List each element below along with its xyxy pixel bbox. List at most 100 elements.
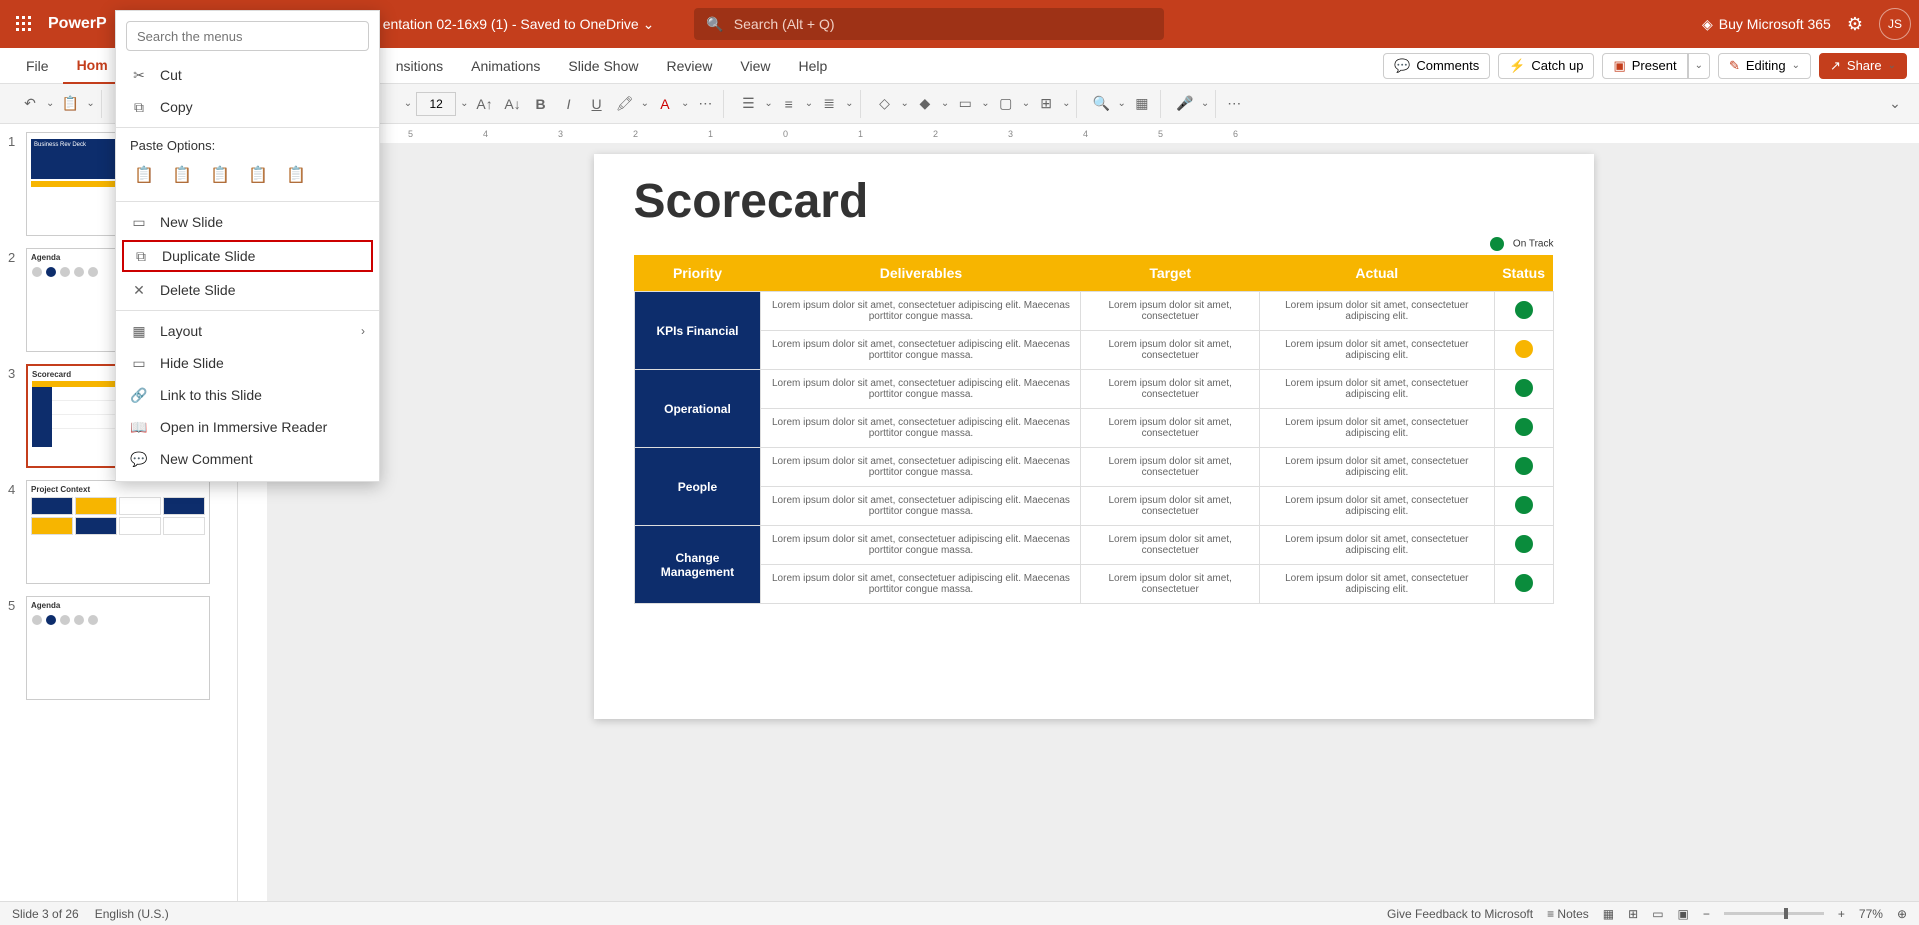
zoom-level[interactable]: 77%: [1859, 907, 1883, 921]
tab-view[interactable]: View: [726, 48, 784, 84]
app-launcher-icon[interactable]: [8, 8, 40, 40]
feedback-link[interactable]: Give Feedback to Microsoft: [1387, 907, 1533, 921]
buy-microsoft-button[interactable]: ◈ Buy Microsoft 365: [1702, 16, 1831, 33]
scorecard-table[interactable]: PriorityDeliverablesTargetActualStatus K…: [634, 255, 1554, 604]
align-button[interactable]: ≣: [817, 92, 841, 116]
slide-thumbnail[interactable]: 4Project Context: [8, 480, 229, 584]
shape-outline-button[interactable]: ◆: [913, 92, 937, 116]
table-row[interactable]: Lorem ipsum dolor sit amet, consectetuer…: [634, 487, 1553, 526]
document-title[interactable]: entation 02-16x9 (1) - Saved to OneDrive…: [383, 16, 655, 33]
paste-text-only-icon[interactable]: 📋: [206, 161, 234, 189]
ctx-new-slide[interactable]: ▭New Slide: [116, 206, 379, 238]
view-sorter-icon[interactable]: ⊞: [1628, 907, 1638, 921]
paste-special-icon[interactable]: 📋: [282, 161, 310, 189]
shape-fill-button[interactable]: ◇: [873, 92, 897, 116]
collapse-ribbon-button[interactable]: ⌄: [1883, 92, 1907, 116]
chevron-down-icon[interactable]: ⌄: [1117, 98, 1125, 109]
tab-animations[interactable]: Animations: [457, 48, 554, 84]
font-color-button[interactable]: A: [653, 92, 677, 116]
editing-button[interactable]: ✎Editing⌄: [1718, 53, 1811, 79]
settings-icon[interactable]: ⚙: [1847, 14, 1863, 35]
table-row[interactable]: Lorem ipsum dolor sit amet, consectetuer…: [634, 409, 1553, 448]
chevron-down-icon[interactable]: ⌄: [845, 98, 853, 109]
slide-thumbnail[interactable]: 5Agenda: [8, 596, 229, 700]
tab-help[interactable]: Help: [784, 48, 841, 84]
ctx-hide-slide[interactable]: ▭Hide Slide: [116, 347, 379, 379]
zoom-in-button[interactable]: +: [1838, 907, 1845, 921]
zoom-out-button[interactable]: −: [1703, 907, 1710, 921]
more-tools-button[interactable]: ⋯: [1222, 92, 1246, 116]
chevron-down-icon[interactable]: ⌄: [681, 98, 689, 109]
ctx-immersive[interactable]: 📖Open in Immersive Reader: [116, 411, 379, 443]
language-indicator[interactable]: English (U.S.): [95, 907, 169, 921]
paste-keep-source-icon[interactable]: 📋: [130, 161, 158, 189]
arrange-button[interactable]: ▢: [994, 92, 1018, 116]
numbering-button[interactable]: ≡: [777, 92, 801, 116]
underline-button[interactable]: U: [585, 92, 609, 116]
table-row[interactable]: PeopleLorem ipsum dolor sit amet, consec…: [634, 448, 1553, 487]
bullets-button[interactable]: ☰: [736, 92, 760, 116]
table-row[interactable]: Change ManagementLorem ipsum dolor sit a…: [634, 526, 1553, 565]
present-button[interactable]: ▣Present: [1602, 53, 1687, 79]
chevron-down-icon[interactable]: ⌄: [641, 98, 649, 109]
view-slideshow-icon[interactable]: ▣: [1678, 907, 1689, 921]
context-search-input[interactable]: [126, 21, 369, 51]
slide-counter[interactable]: Slide 3 of 26: [12, 907, 79, 921]
chevron-down-icon[interactable]: ⌄: [1201, 98, 1209, 109]
ctx-new-comment[interactable]: 💬New Comment: [116, 443, 379, 475]
chevron-down-icon[interactable]: ⌄: [1062, 98, 1070, 109]
more-font-button[interactable]: ⋯: [693, 92, 717, 116]
ctx-copy[interactable]: ⧉Copy: [116, 91, 379, 123]
canvas-wrap[interactable]: Scorecard On Track PriorityDeliverablesT…: [268, 144, 1919, 901]
notes-button[interactable]: ≡ Notes: [1547, 907, 1589, 921]
group-button[interactable]: ⊞: [1034, 92, 1058, 116]
paste-picture-icon[interactable]: 📋: [244, 161, 272, 189]
zoom-slider[interactable]: [1724, 912, 1824, 915]
chevron-down-icon[interactable]: ⌄: [901, 98, 909, 109]
decrease-font-button[interactable]: A↓: [501, 92, 525, 116]
present-dropdown[interactable]: ⌄: [1688, 53, 1710, 79]
table-row[interactable]: KPIs FinancialLorem ipsum dolor sit amet…: [634, 292, 1553, 331]
designer-button[interactable]: ▦: [1130, 92, 1154, 116]
ctx-cut[interactable]: ✂Cut: [116, 59, 379, 91]
ctx-link-slide[interactable]: 🔗Link to this Slide: [116, 379, 379, 411]
chevron-down-icon[interactable]: ⌄: [460, 98, 468, 109]
table-row[interactable]: OperationalLorem ipsum dolor sit amet, c…: [634, 370, 1553, 409]
catchup-button[interactable]: ⚡Catch up: [1498, 53, 1594, 79]
ctx-layout[interactable]: ▦Layout›: [116, 315, 379, 347]
chevron-down-icon[interactable]: ⌄: [404, 98, 412, 109]
chevron-down-icon[interactable]: ⌄: [941, 98, 949, 109]
user-avatar[interactable]: JS: [1879, 8, 1911, 40]
font-size-input[interactable]: 12: [416, 92, 456, 116]
search-box[interactable]: 🔍 Search (Alt + Q): [694, 8, 1164, 40]
dictate-button[interactable]: 🎤: [1173, 92, 1197, 116]
tab-review[interactable]: Review: [652, 48, 726, 84]
tab-file[interactable]: File: [12, 48, 63, 84]
find-button[interactable]: 🔍: [1089, 92, 1113, 116]
paste-use-theme-icon[interactable]: 📋: [168, 161, 196, 189]
tab-transitions[interactable]: nsitions: [382, 48, 457, 84]
fit-to-window-button[interactable]: ⊕: [1897, 907, 1907, 921]
chevron-down-icon[interactable]: ⌄: [764, 98, 772, 109]
share-button[interactable]: ↗Share⌄: [1819, 53, 1907, 79]
undo-button[interactable]: ↶: [18, 92, 42, 116]
ctx-delete-slide[interactable]: ✕Delete Slide: [116, 274, 379, 306]
chevron-down-icon[interactable]: ⌄: [981, 98, 989, 109]
increase-font-button[interactable]: A↑: [473, 92, 497, 116]
table-row[interactable]: Lorem ipsum dolor sit amet, consectetuer…: [634, 331, 1553, 370]
slide-title[interactable]: Scorecard: [634, 174, 1554, 229]
italic-button[interactable]: I: [557, 92, 581, 116]
slide-canvas[interactable]: Scorecard On Track PriorityDeliverablesT…: [594, 154, 1594, 719]
tab-slideshow[interactable]: Slide Show: [554, 48, 652, 84]
chevron-down-icon[interactable]: ⌄: [86, 98, 94, 109]
highlight-button[interactable]: 🖍: [613, 92, 637, 116]
chevron-down-icon[interactable]: ⌄: [805, 98, 813, 109]
chevron-down-icon[interactable]: ⌄: [46, 98, 54, 109]
bold-button[interactable]: B: [529, 92, 553, 116]
clipboard-button[interactable]: 📋: [58, 92, 82, 116]
comments-button[interactable]: 💬Comments: [1383, 53, 1490, 79]
table-row[interactable]: Lorem ipsum dolor sit amet, consectetuer…: [634, 565, 1553, 604]
ctx-duplicate-slide[interactable]: ⧉Duplicate Slide: [122, 240, 373, 272]
shape-effects-button[interactable]: ▭: [953, 92, 977, 116]
view-normal-icon[interactable]: ▦: [1603, 907, 1614, 921]
